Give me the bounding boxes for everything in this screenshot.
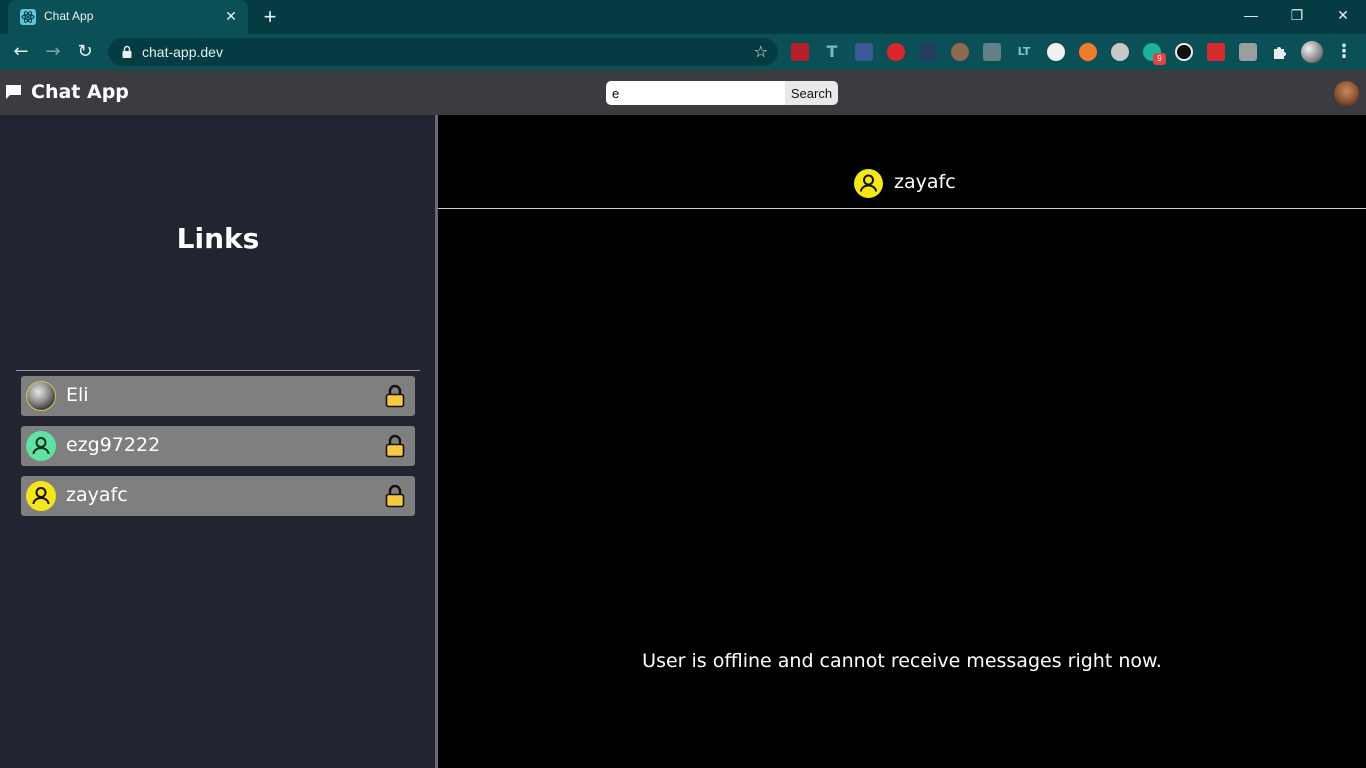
- extension-icon-2[interactable]: T: [823, 43, 841, 61]
- extension-icon-7[interactable]: [983, 43, 1001, 61]
- tab-title: Chat App: [44, 9, 94, 23]
- photo-avatar: [26, 381, 56, 411]
- lock-icon: [385, 384, 405, 408]
- default-user-icon: [26, 431, 56, 461]
- chat-header-divider: [438, 208, 1366, 209]
- app-header: Chat App Search: [0, 70, 1366, 115]
- puzzle-extensions-icon[interactable]: [1271, 43, 1289, 61]
- react-favicon-icon: [20, 9, 36, 25]
- back-arrow-icon[interactable]: ←: [8, 40, 34, 64]
- search-input[interactable]: [606, 81, 785, 105]
- extension-badge: 9: [1153, 53, 1166, 65]
- tab-close-icon[interactable]: ✕: [222, 8, 240, 26]
- bookmark-star-icon[interactable]: ☆: [754, 42, 768, 62]
- link-item-zayafc[interactable]: zayafc: [21, 476, 415, 516]
- lock-icon: [385, 434, 405, 458]
- facebook-extension-icon[interactable]: [855, 43, 873, 61]
- browser-toolbar: ← → ↻ chat-app.dev ☆ T LT 9 ⋮: [0, 34, 1366, 70]
- check-extension-icon[interactable]: [1111, 43, 1129, 61]
- offline-status-message: User is offline and cannot receive messa…: [642, 650, 1162, 672]
- browser-titlebar: Chat App ✕ + — ❐ ✕: [0, 0, 1366, 34]
- react-devtools-extension-icon[interactable]: [919, 43, 937, 61]
- extension-icon-1[interactable]: [791, 43, 809, 61]
- reload-icon[interactable]: ↻: [72, 40, 98, 64]
- lock-icon: [385, 484, 405, 508]
- extension-icon-10[interactable]: [1079, 43, 1097, 61]
- address-bar[interactable]: chat-app.dev ☆: [108, 38, 778, 66]
- window-minimize-button[interactable]: —: [1228, 0, 1274, 30]
- chat-pane: zayafc User is offline and cannot receiv…: [438, 115, 1366, 768]
- extension-icon-15[interactable]: [1239, 43, 1257, 61]
- app-title: Chat App: [31, 81, 129, 103]
- forward-arrow-icon[interactable]: →: [40, 40, 66, 64]
- window-close-button[interactable]: ✕: [1320, 0, 1366, 30]
- link-item-ezg97222[interactable]: ezg97222: [21, 426, 415, 466]
- browser-profile-avatar[interactable]: [1301, 41, 1323, 63]
- link-item-name: zayafc: [66, 484, 128, 506]
- links-heading: Links: [176, 222, 260, 255]
- default-user-icon: [26, 481, 56, 511]
- browser-menu-icon[interactable]: ⋮: [1334, 40, 1354, 64]
- contact-avatar-icon: [854, 169, 883, 198]
- url-text: chat-app.dev: [142, 44, 223, 60]
- chat-contact-name: zayafc: [894, 171, 956, 193]
- extension-icon-14[interactable]: [1207, 43, 1225, 61]
- search-button[interactable]: Search: [785, 81, 838, 105]
- user-avatar[interactable]: [1334, 81, 1359, 106]
- extension-icon-8[interactable]: LT: [1015, 43, 1033, 61]
- links-divider: [16, 370, 420, 371]
- link-item-name: ezg97222: [66, 434, 161, 456]
- extension-icon-6[interactable]: [951, 43, 969, 61]
- new-tab-button[interactable]: +: [258, 6, 282, 30]
- lock-icon: [122, 45, 132, 58]
- browser-tab[interactable]: Chat App ✕: [8, 0, 248, 34]
- chat-bubble-icon: [6, 85, 21, 99]
- link-item-eli[interactable]: Eli: [21, 376, 415, 416]
- stop-hand-extension-icon[interactable]: [887, 43, 905, 61]
- link-item-name: Eli: [66, 384, 89, 406]
- window-restore-button[interactable]: ❐: [1274, 0, 1320, 30]
- github-extension-icon[interactable]: [1047, 43, 1065, 61]
- extension-icon-13[interactable]: [1175, 43, 1193, 61]
